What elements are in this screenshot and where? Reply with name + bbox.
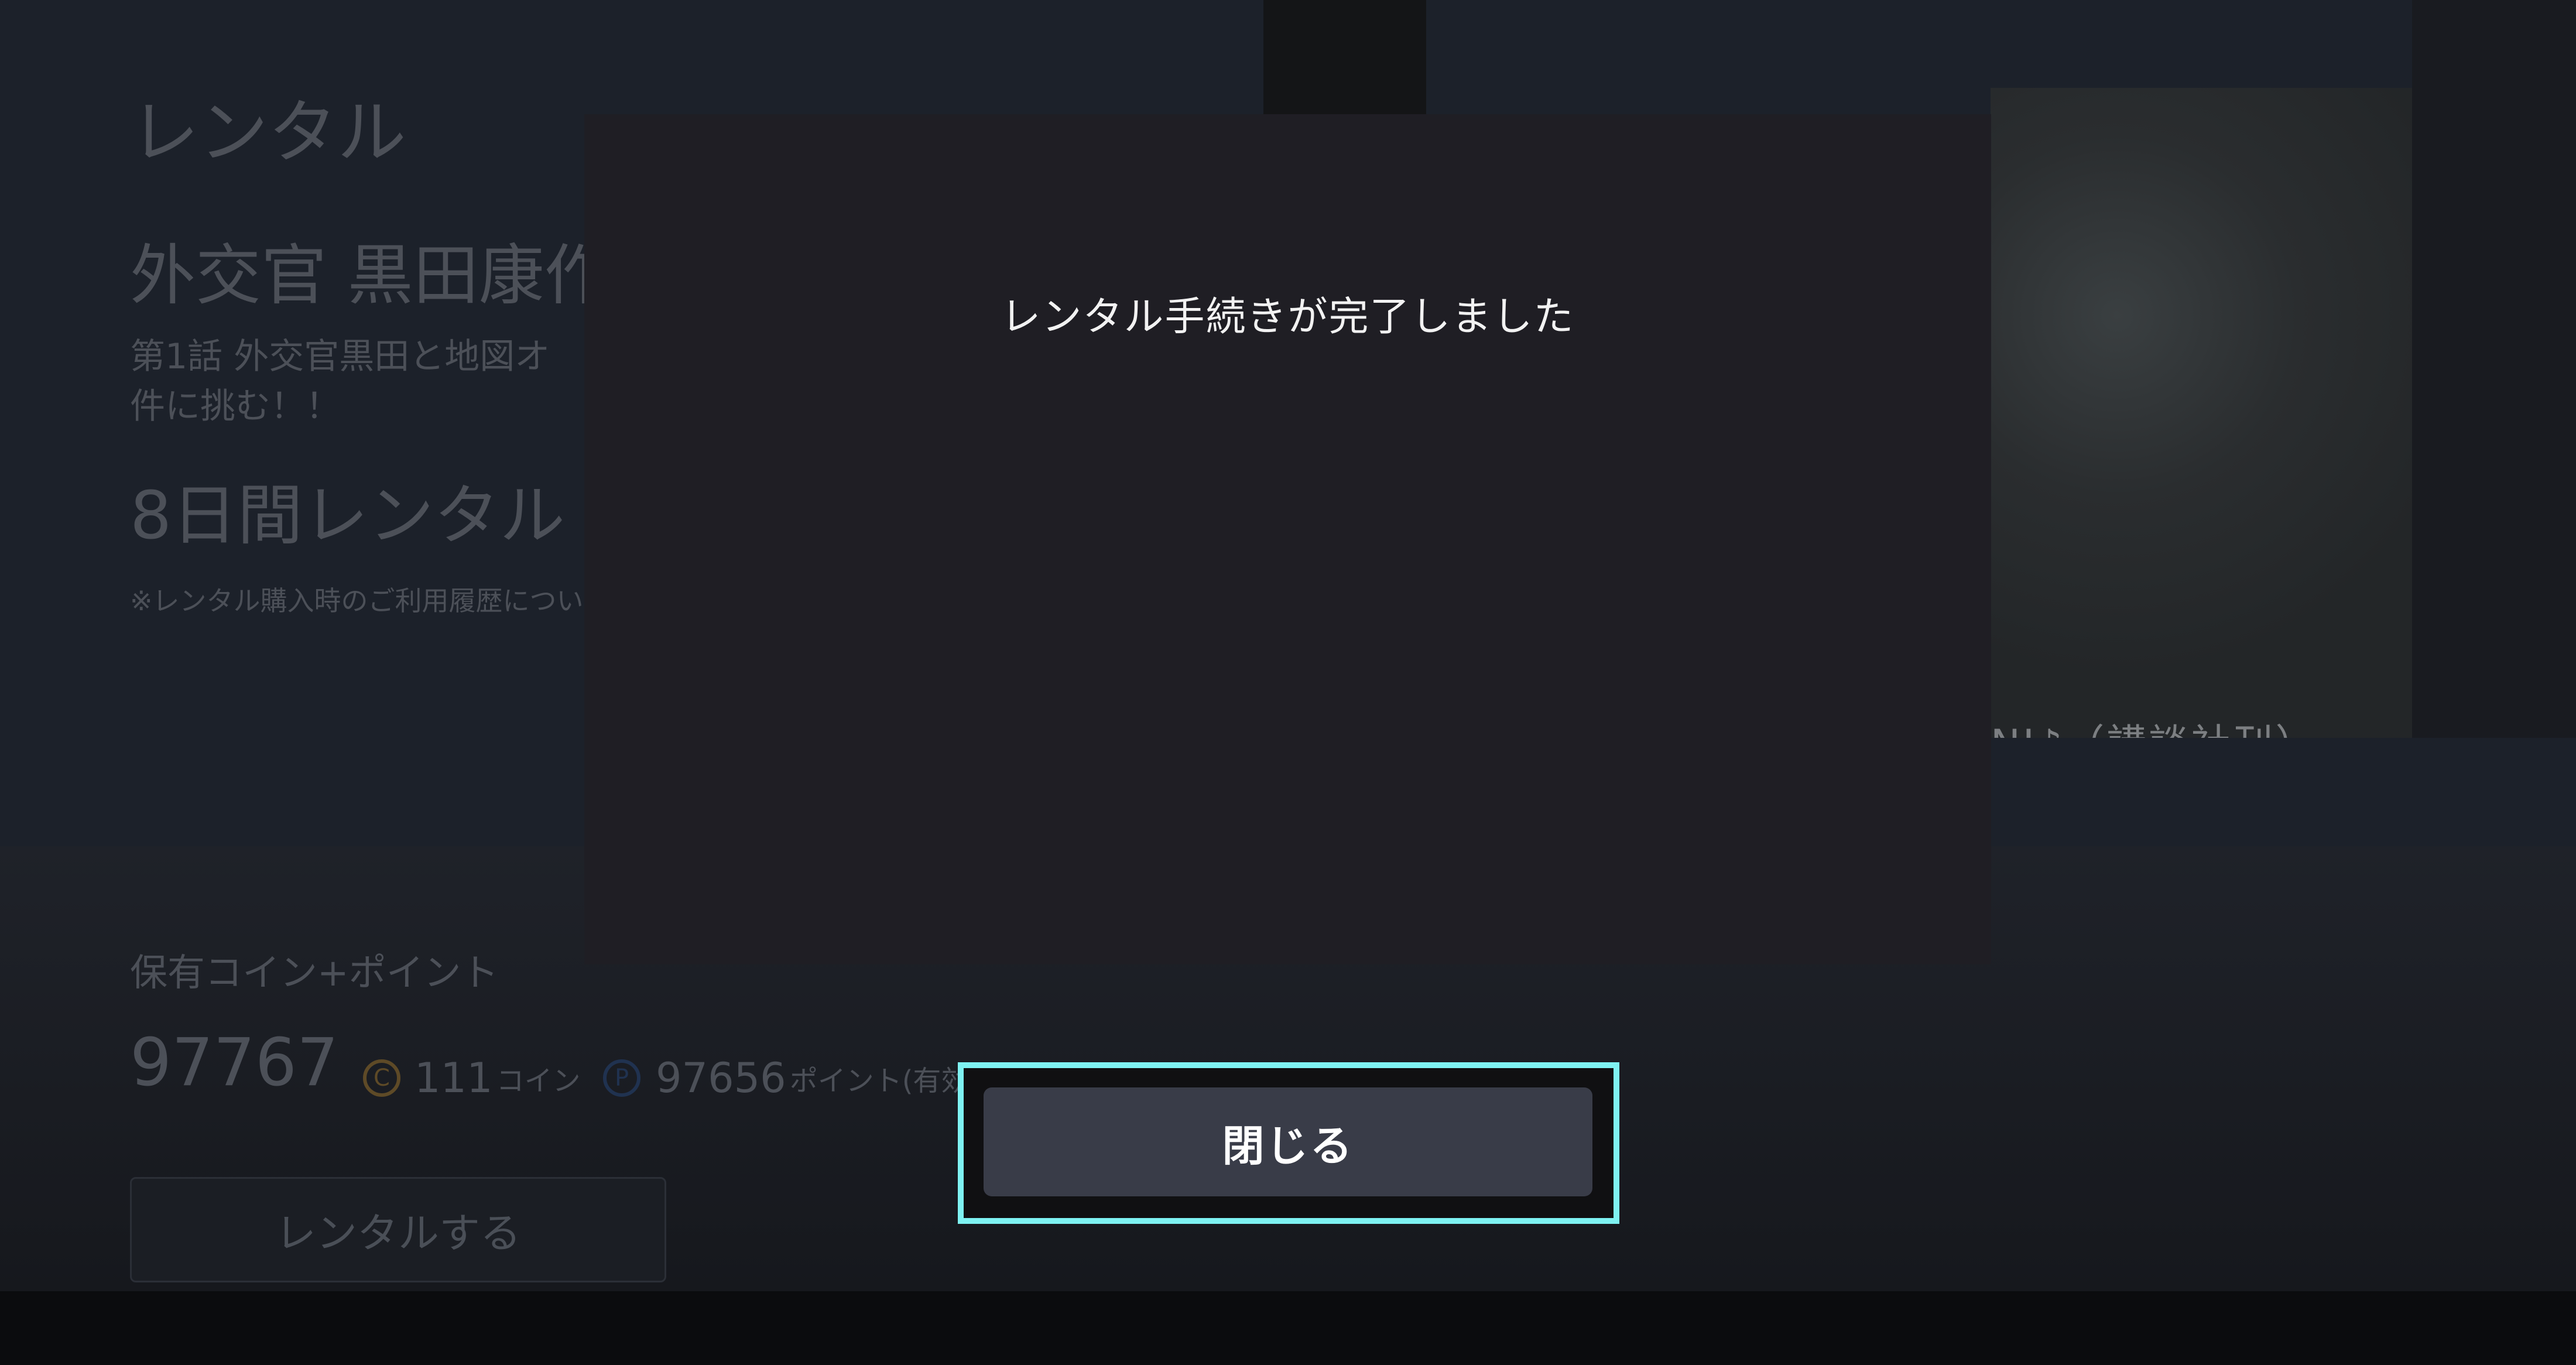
holdings-label: 保有コイン+ポイント [130, 952, 499, 995]
coin-icon: C [363, 1059, 400, 1097]
holdings-total: 97767 [130, 1025, 339, 1101]
thumbnail-caption: NI♪（講談社刊） [1991, 711, 2317, 738]
page-title: レンタル [130, 92, 407, 173]
dialog-message: レンタル手続きが完了しました [1001, 294, 1575, 340]
rental-complete-dialog: レンタル手続きが完了しました [584, 114, 1991, 964]
rental-screen: NI♪（講談社刊） レンタル 外交官 黒田康作 第1話 外交官黒田と地図オ 件に… [0, 0, 2576, 1365]
coin-value: 111 [415, 1054, 493, 1102]
point-value: 97656 [656, 1054, 786, 1102]
rental-note: ※レンタル購入時のご利用履歴につい [130, 585, 584, 617]
footer-bar [0, 1291, 2576, 1365]
coin-unit: コイン [496, 1065, 581, 1097]
episode-description-line1: 第1話 外交官黒田と地図オ [130, 336, 550, 377]
coin-balance: C 111 コイン [363, 1054, 581, 1102]
episode-thumbnail: NI♪（講談社刊） [1991, 88, 2412, 738]
rent-button: レンタルする [130, 1177, 666, 1282]
rental-period: 8日間レンタル [130, 478, 566, 554]
series-title: 外交官 黒田康作 [130, 238, 610, 314]
episode-description-line2: 件に挑む！！ [130, 386, 341, 427]
right-edge-panel [2412, 0, 2576, 738]
close-button[interactable]: 閉じる [984, 1087, 1592, 1196]
point-icon: P [603, 1059, 640, 1097]
thumbnail-image [1991, 88, 2412, 738]
top-tab-block [1263, 0, 1426, 120]
